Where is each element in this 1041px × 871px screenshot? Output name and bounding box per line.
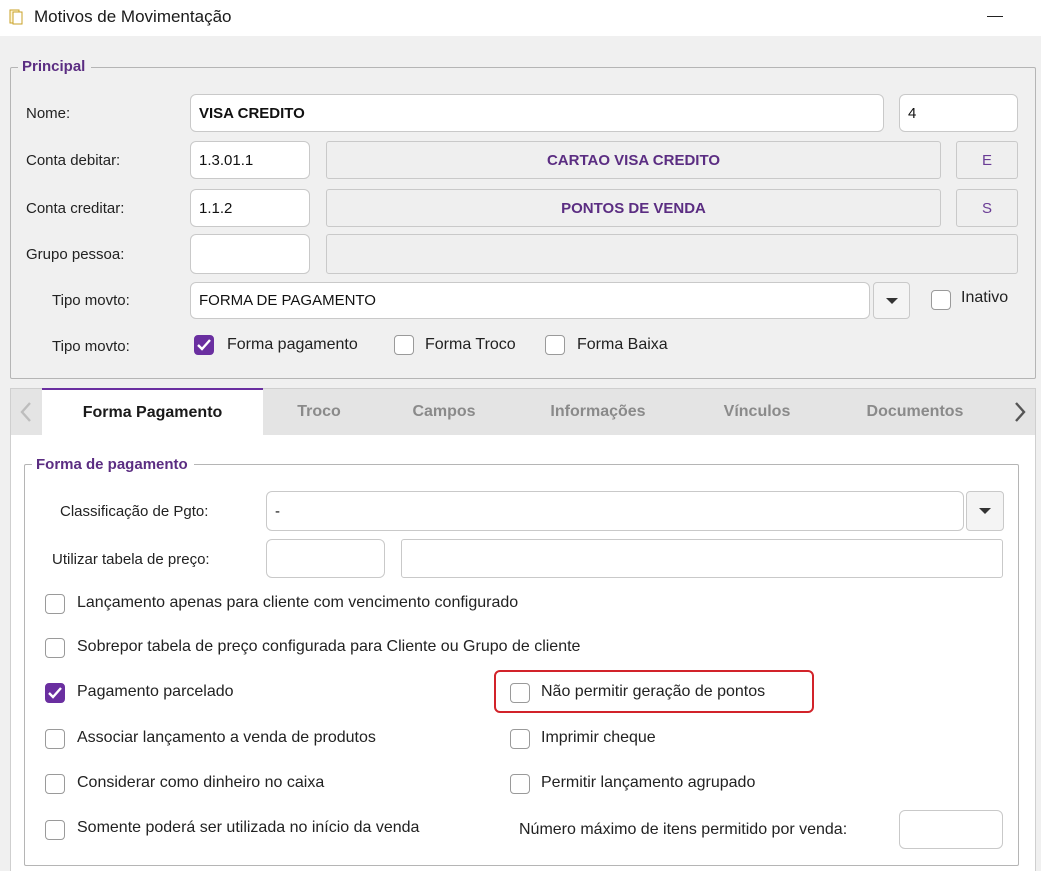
grupo-pessoa-label: Grupo pessoa: xyxy=(26,246,125,263)
classificacao-label: Classificação de Pgto: xyxy=(60,503,209,520)
nao-permitir-pontos-label: Não permitir geração de pontos xyxy=(541,683,766,700)
chevron-down-icon xyxy=(885,297,898,304)
tab-scroll-right-button[interactable] xyxy=(1005,389,1035,435)
pagamento-parcelado-checkbox[interactable] xyxy=(45,683,65,703)
considerar-dinheiro-label: Considerar como dinheiro no caixa xyxy=(77,774,325,791)
nome-code-input[interactable]: 4 xyxy=(899,94,1018,132)
associar-lancamento-label: Associar lançamento a venda de produtos xyxy=(77,729,376,746)
tipo-movto-checks-label: Tipo movto: xyxy=(52,338,130,355)
considerar-dinheiro-checkbox[interactable] xyxy=(45,774,65,794)
somente-inicio-checkbox[interactable] xyxy=(45,820,65,840)
classificacao-select[interactable]: - xyxy=(266,491,964,531)
tabela-preco-label: Utilizar tabela de preço: xyxy=(52,551,210,568)
tabela-preco-code-input[interactable] xyxy=(266,539,385,578)
forma-pagamento-checkbox[interactable] xyxy=(194,335,214,355)
nao-permitir-pontos-checkbox[interactable] xyxy=(510,683,530,703)
tab-strip: Forma Pagamento Troco Campos Informações… xyxy=(10,388,1036,436)
lancamento-apenas-checkbox[interactable] xyxy=(45,594,65,614)
sobrepor-tabela-label: Sobrepor tabela de preço configurada par… xyxy=(77,638,581,655)
nome-input[interactable]: VISA CREDITO xyxy=(190,94,884,132)
chevron-left-icon xyxy=(20,402,31,422)
permitir-agrupado-label: Permitir lançamento agrupado xyxy=(541,774,756,791)
conta-debitar-code-input[interactable]: 1.3.01.1 xyxy=(190,141,310,179)
conta-debitar-label: Conta debitar: xyxy=(26,152,121,169)
lancamento-apenas-label: Lançamento apenas para cliente com venci… xyxy=(77,594,519,611)
tab-documentos[interactable]: Documentos xyxy=(835,389,995,435)
app-icon xyxy=(9,9,23,25)
sobrepor-tabela-checkbox[interactable] xyxy=(45,638,65,658)
grupo-pessoa-code-input[interactable] xyxy=(190,234,310,274)
tab-campos[interactable]: Campos xyxy=(381,389,507,435)
permitir-agrupado-checkbox[interactable] xyxy=(510,774,530,794)
conta-debitar-flag: E xyxy=(956,141,1018,179)
imprimir-cheque-label: Imprimir cheque xyxy=(541,729,656,746)
conta-creditar-description: PONTOS DE VENDA xyxy=(326,189,941,227)
tabela-preco-description-input[interactable] xyxy=(401,539,1003,578)
tipo-movto-select-label: Tipo movto: xyxy=(52,292,130,309)
inativo-checkbox[interactable] xyxy=(931,290,951,310)
tab-vinculos[interactable]: Vínculos xyxy=(689,389,825,435)
forma-baixa-label: Forma Baixa xyxy=(577,336,668,353)
tab-scroll-left-button[interactable] xyxy=(11,389,41,435)
forma-troco-label: Forma Troco xyxy=(425,336,516,353)
tipo-movto-select[interactable]: FORMA DE PAGAMENTO xyxy=(190,282,870,319)
tab-informacoes[interactable]: Informações xyxy=(517,389,679,435)
max-itens-label: Número máximo de itens permitido por ven… xyxy=(519,821,848,838)
tab-troco[interactable]: Troco xyxy=(267,389,371,435)
tipo-movto-dropdown-button[interactable] xyxy=(873,282,910,319)
classificacao-dropdown-button[interactable] xyxy=(966,491,1004,531)
max-itens-input[interactable] xyxy=(899,810,1003,849)
nome-label: Nome: xyxy=(26,105,71,122)
somente-inicio-label: Somente poderá ser utilizada no início d… xyxy=(77,819,420,836)
window-title: Motivos de Movimentação xyxy=(34,7,232,26)
forma-pagamento-label: Forma pagamento xyxy=(227,336,358,353)
chevron-down-icon xyxy=(979,508,991,514)
tab-forma-pagamento[interactable]: Forma Pagamento xyxy=(42,388,263,436)
forma-baixa-checkbox[interactable] xyxy=(545,335,565,355)
imprimir-cheque-checkbox[interactable] xyxy=(510,729,530,749)
forma-de-pagamento-legend: Forma de pagamento xyxy=(32,456,194,473)
associar-lancamento-checkbox[interactable] xyxy=(45,729,65,749)
conta-creditar-label: Conta creditar: xyxy=(26,200,125,217)
chevron-right-icon xyxy=(1015,402,1026,422)
pagamento-parcelado-label: Pagamento parcelado xyxy=(77,683,234,700)
conta-creditar-code-input[interactable]: 1.1.2 xyxy=(190,189,310,227)
inativo-label: Inativo xyxy=(961,289,1009,306)
forma-troco-checkbox[interactable] xyxy=(394,335,414,355)
conta-debitar-description: CARTAO VISA CREDITO xyxy=(326,141,941,179)
conta-creditar-flag: S xyxy=(956,189,1018,227)
grupo-pessoa-description xyxy=(326,234,1018,274)
principal-legend: Principal xyxy=(18,58,92,75)
minimize-button[interactable] xyxy=(987,2,1005,30)
